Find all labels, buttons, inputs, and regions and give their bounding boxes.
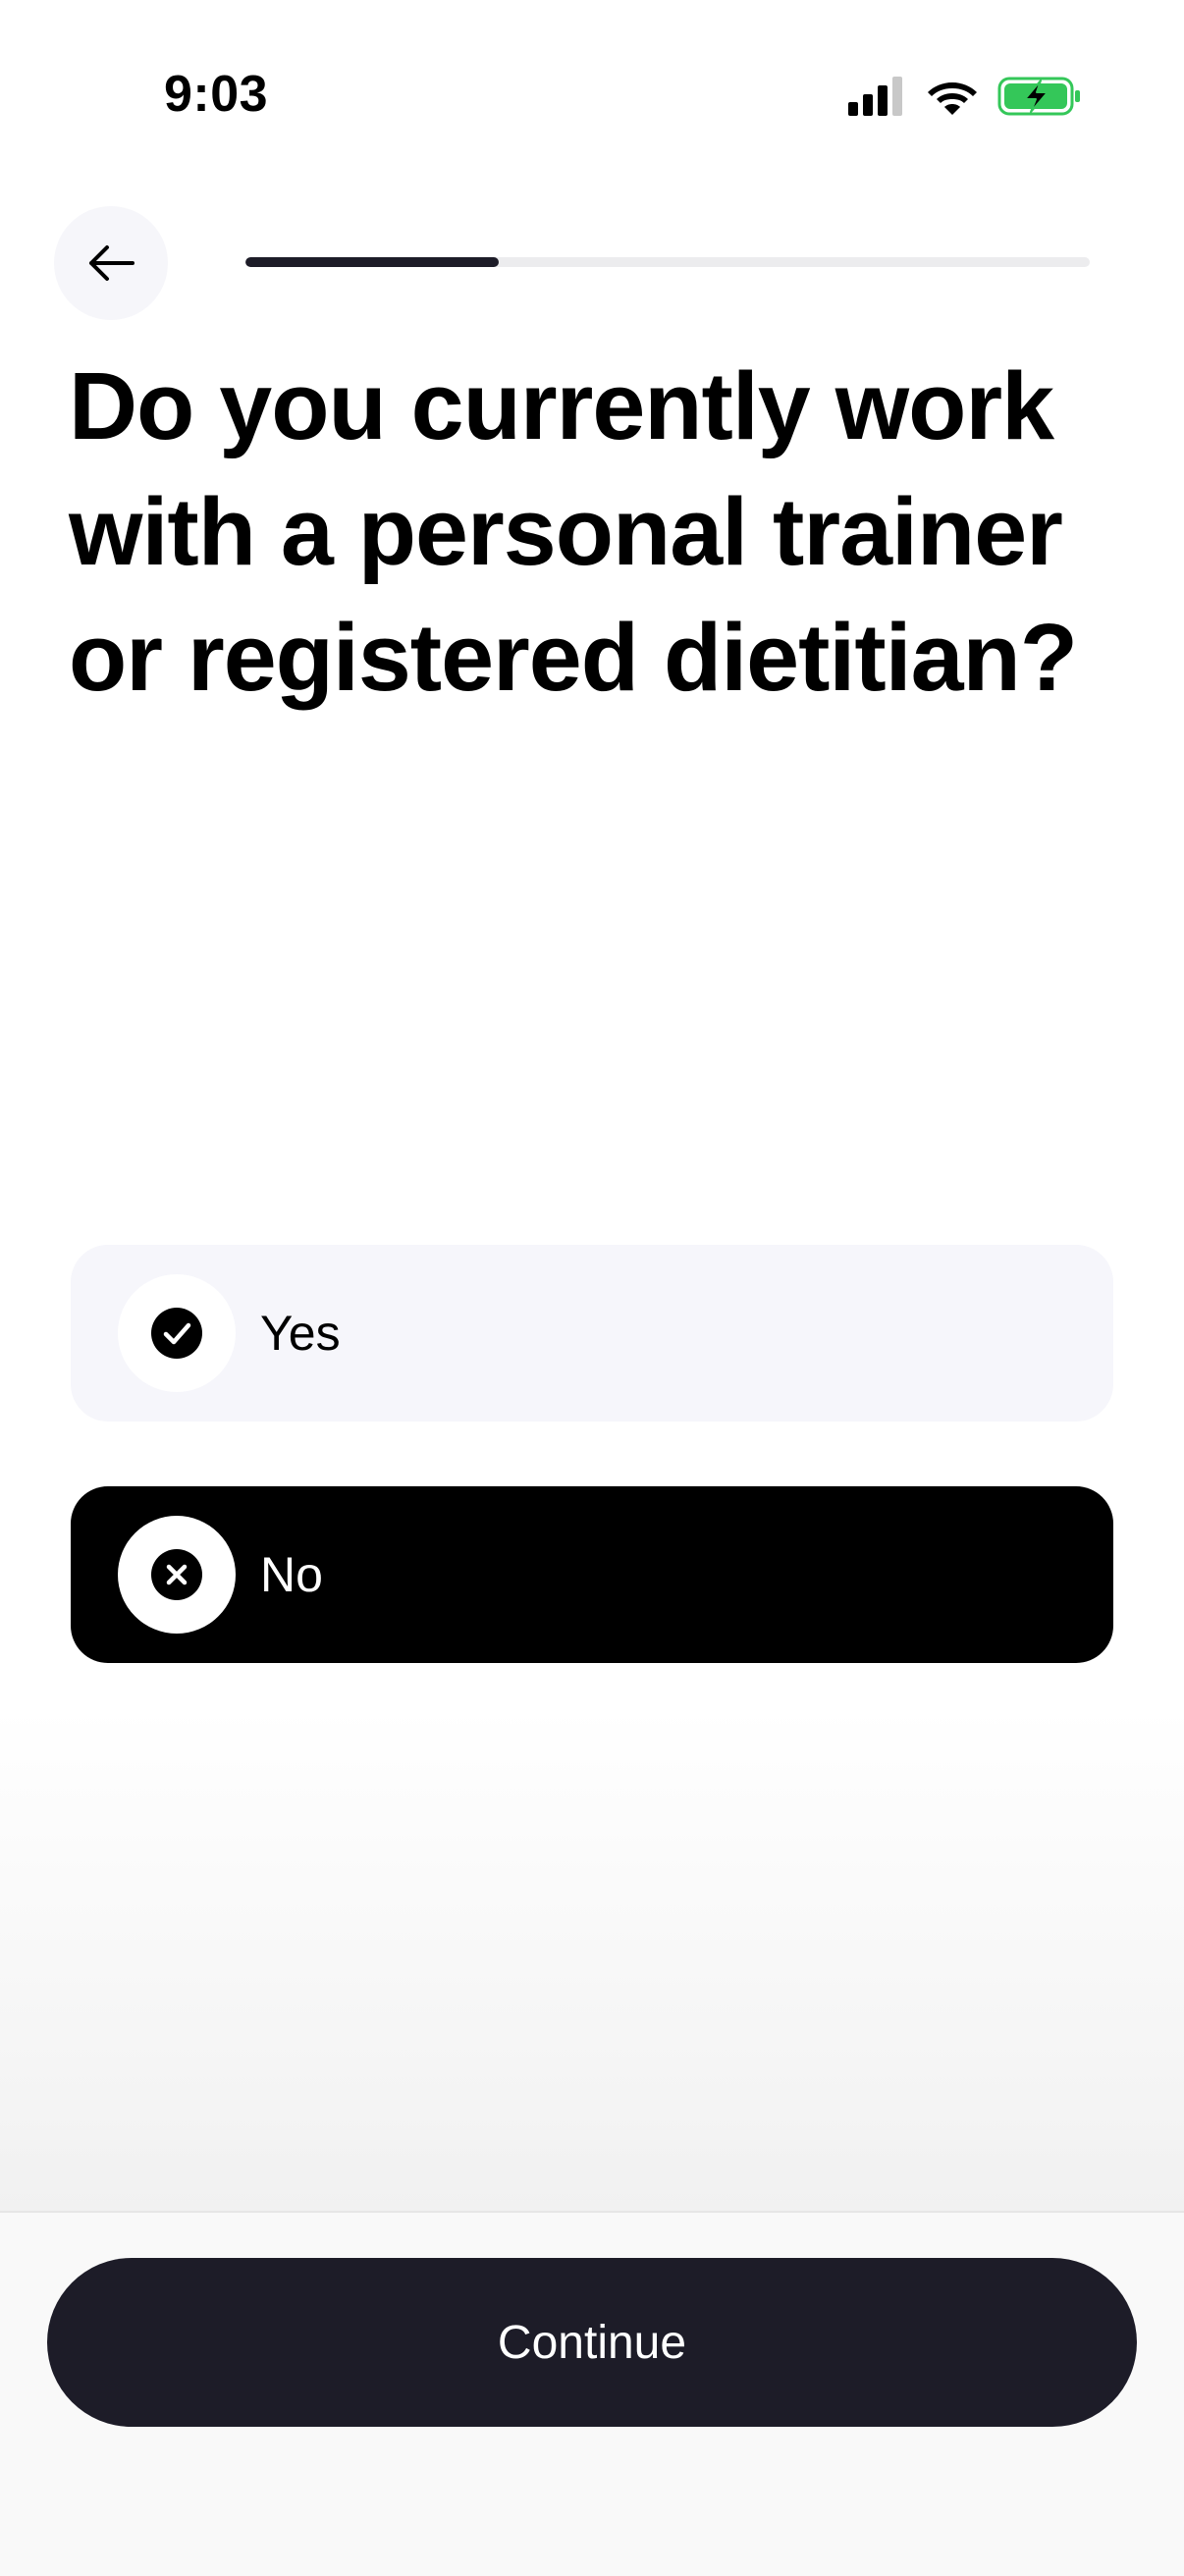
progress-bar: [245, 257, 1090, 267]
option-yes-label: Yes: [260, 1306, 341, 1361]
option-no[interactable]: No: [71, 1486, 1113, 1663]
option-yes-icon-wrap: [118, 1274, 236, 1392]
question-title: Do you currently work with a personal tr…: [69, 352, 1078, 711]
bottom-fade: [0, 1708, 1184, 2211]
check-circle-icon: [151, 1308, 202, 1359]
status-bar: 9:03: [0, 0, 1184, 137]
cellular-signal-icon: [848, 77, 902, 116]
status-time: 9:03: [164, 66, 269, 123]
back-button[interactable]: [54, 206, 168, 320]
x-circle-icon: [151, 1549, 202, 1600]
arrow-left-icon: [89, 245, 135, 281]
option-no-icon-wrap: [118, 1516, 236, 1634]
option-yes[interactable]: Yes: [71, 1245, 1113, 1422]
battery-charging-icon: [997, 77, 1080, 116]
progress-fill: [245, 257, 499, 267]
wifi-icon: [928, 82, 977, 115]
option-no-label: No: [260, 1547, 323, 1602]
continue-button[interactable]: Continue: [47, 2258, 1137, 2427]
